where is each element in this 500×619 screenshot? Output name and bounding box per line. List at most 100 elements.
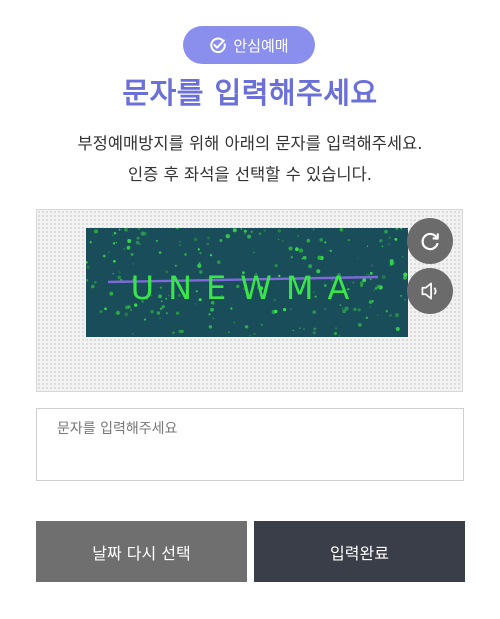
captcha-noise-dot bbox=[111, 234, 114, 237]
reselect-date-button[interactable]: 날짜 다시 선택 bbox=[36, 521, 247, 582]
captcha-noise-dot bbox=[381, 275, 386, 279]
captcha-noise-dot bbox=[387, 243, 391, 246]
captcha-noise-dot bbox=[333, 331, 338, 336]
captcha-noise-dot bbox=[368, 274, 370, 276]
submit-button[interactable]: 입력완료 bbox=[254, 521, 465, 582]
audio-captcha-button[interactable] bbox=[407, 268, 453, 314]
captcha-noise-dot bbox=[113, 260, 116, 263]
captcha-noise-dot bbox=[99, 310, 103, 313]
captcha-noise-dot bbox=[329, 249, 332, 252]
captcha-noise-dot bbox=[402, 256, 404, 258]
captcha-noise-dot bbox=[303, 328, 305, 331]
captcha-noise-dot bbox=[156, 311, 161, 315]
captcha-noise-dot bbox=[159, 317, 161, 320]
captcha-noise-dot bbox=[347, 239, 350, 242]
captcha-noise-dot bbox=[369, 271, 373, 275]
speaker-icon bbox=[421, 282, 437, 300]
captcha-noise-dot bbox=[317, 255, 322, 260]
captcha-noise-dot bbox=[197, 248, 200, 251]
captcha-noise-dot bbox=[132, 333, 134, 335]
captcha-noise-dot bbox=[344, 306, 349, 311]
captcha-noise-dot bbox=[199, 252, 202, 255]
captcha-noise-dot bbox=[193, 237, 198, 242]
captcha-noise-dot bbox=[299, 327, 301, 329]
captcha-noise-dot bbox=[394, 238, 398, 241]
captcha-noise-dot bbox=[389, 262, 394, 266]
badge-label: 안심예매 bbox=[233, 36, 289, 55]
captcha-noise-dot bbox=[158, 251, 162, 254]
captcha-noise-dot bbox=[126, 245, 131, 250]
captcha-noise-dot bbox=[174, 264, 177, 267]
submit-label: 입력완료 bbox=[330, 543, 389, 563]
captcha-noise-dot bbox=[339, 227, 344, 232]
captcha-noise-dot bbox=[389, 314, 392, 317]
captcha-noise-dot bbox=[206, 243, 209, 246]
captcha-noise-dot bbox=[277, 229, 281, 233]
captcha-noise-dot bbox=[210, 307, 214, 312]
refresh-icon bbox=[421, 232, 439, 251]
captcha-noise-dot bbox=[324, 308, 326, 310]
captcha-noise-dot bbox=[385, 310, 388, 313]
page-title: 문자를 입력해주세요 bbox=[122, 76, 378, 110]
captcha-noise-dot bbox=[113, 231, 117, 235]
captcha-noise-dot bbox=[357, 323, 362, 327]
captcha-input[interactable] bbox=[37, 409, 463, 437]
captcha-noise-dot bbox=[381, 245, 384, 248]
captcha-noise-dot bbox=[150, 310, 154, 314]
captcha-noise-dot bbox=[357, 308, 361, 312]
captcha-noise-dot bbox=[295, 247, 299, 252]
captcha-noise-dot bbox=[108, 251, 110, 253]
captcha-noise-dot bbox=[253, 332, 256, 336]
captcha-noise-dot bbox=[292, 329, 294, 332]
refresh-captcha-button[interactable] bbox=[407, 218, 453, 264]
captcha-noise-dot bbox=[306, 238, 311, 243]
captcha-noise-dot bbox=[124, 227, 128, 232]
captcha-noise-dot bbox=[366, 245, 369, 247]
captcha-noise-dot bbox=[176, 226, 179, 230]
captcha-text: UNEWMA bbox=[131, 269, 364, 307]
captcha-noise-dot bbox=[208, 313, 211, 316]
captcha-noise-dot bbox=[312, 310, 316, 314]
captcha-noise-dot bbox=[118, 271, 121, 274]
captcha-image: UNEWMA bbox=[85, 226, 409, 337]
captcha-noise-dot bbox=[376, 284, 381, 289]
captcha-noise-dot bbox=[290, 256, 293, 259]
captcha-noise-dot bbox=[379, 239, 383, 243]
captcha-noise-dot bbox=[260, 323, 263, 326]
captcha-noise-dot bbox=[136, 236, 140, 240]
captcha-noise-dot bbox=[281, 240, 284, 242]
captcha-noise-dot bbox=[335, 327, 337, 329]
captcha-noise-dot bbox=[274, 309, 278, 314]
captcha-noise-dot bbox=[406, 228, 409, 231]
captcha-svg: UNEWMA bbox=[85, 226, 409, 337]
captcha-noise-dot bbox=[283, 308, 287, 312]
captcha-noise-dot bbox=[253, 251, 255, 254]
captcha-noise-dot bbox=[395, 227, 399, 231]
captcha-noise-dot bbox=[219, 239, 223, 242]
captcha-noise-dot bbox=[184, 253, 187, 256]
reselect-date-label: 날짜 다시 선택 bbox=[92, 543, 191, 563]
captcha-noise-dot bbox=[308, 264, 313, 269]
captcha-noise-dot bbox=[388, 236, 391, 239]
captcha-noise-dot bbox=[155, 239, 158, 242]
captcha-noise-dot bbox=[115, 310, 120, 315]
captcha-noise-dot bbox=[403, 272, 408, 277]
check-circle-icon bbox=[210, 37, 227, 53]
captcha-noise-dot bbox=[341, 307, 343, 309]
captcha-noise-dot bbox=[212, 317, 215, 320]
captcha-noise-dot bbox=[369, 278, 372, 281]
captcha-noise-dot bbox=[178, 329, 182, 334]
captcha-noise-dot bbox=[142, 231, 147, 236]
captcha-noise-dot bbox=[384, 229, 388, 234]
captcha-noise-dot bbox=[298, 248, 304, 253]
description: 부정예매방지를 위해 아래의 문자를 입력해주세요. 인증 후 좌석을 선택할 … bbox=[0, 128, 500, 190]
captcha-noise-dot bbox=[115, 242, 117, 244]
captcha-noise-dot bbox=[371, 264, 373, 267]
captcha-noise-dot bbox=[90, 284, 95, 289]
captcha-noise-dot bbox=[172, 331, 175, 334]
captcha-noise-dot bbox=[135, 240, 140, 245]
captcha-noise-dot bbox=[243, 229, 247, 233]
captcha-noise-dot bbox=[175, 311, 180, 315]
description-line-1: 부정예매방지를 위해 아래의 문자를 입력해주세요. bbox=[77, 134, 423, 153]
captcha-noise-dot bbox=[112, 242, 116, 245]
